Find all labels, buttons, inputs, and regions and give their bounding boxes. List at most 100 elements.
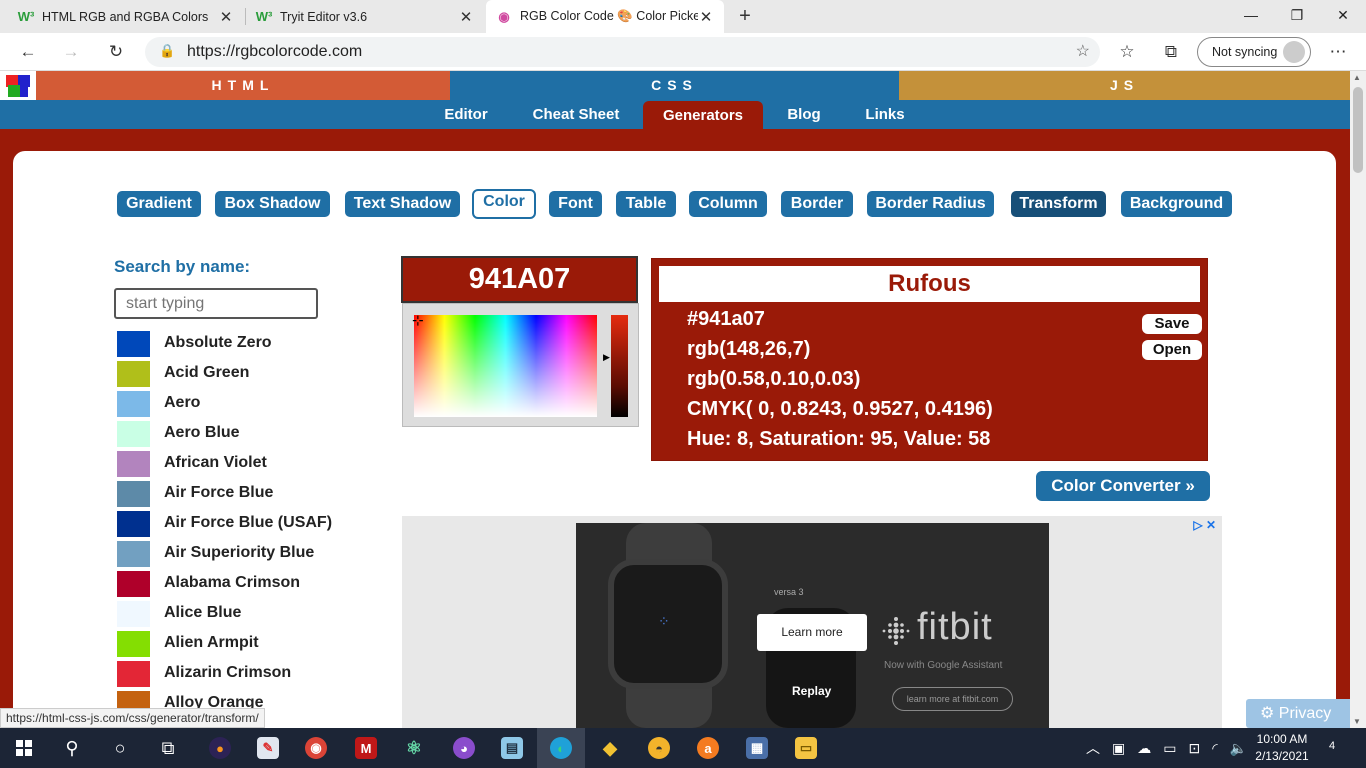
color-swatch[interactable]	[117, 571, 150, 597]
tab-tryit-editor[interactable]: W³ Tryit Editor v3.6 ✕	[246, 0, 484, 33]
close-icon[interactable]: ✕	[458, 8, 474, 26]
back-icon[interactable]: ←	[14, 38, 42, 66]
forward-icon[interactable]: →	[57, 38, 85, 66]
saturation-value-field[interactable]	[414, 315, 597, 417]
onedrive-icon[interactable]: ☁	[1137, 740, 1151, 757]
nav-html[interactable]: HTML	[36, 71, 450, 100]
color-swatch[interactable]	[117, 331, 150, 357]
color-list-name[interactable]: Air Force Blue (USAF)	[164, 514, 332, 532]
calculator-icon[interactable]: ▦	[733, 728, 781, 768]
wifi-icon[interactable]: ◜	[1212, 740, 1217, 757]
gen-text-shadow[interactable]: Text Shadow	[345, 191, 460, 217]
address-url[interactable]: https://rgbcolorcode.com	[187, 43, 362, 61]
atom-icon[interactable]: ⚛	[390, 728, 438, 768]
chrome-icon[interactable]: ◉	[292, 728, 340, 768]
scroll-up-icon[interactable]: ▲	[1353, 73, 1361, 82]
task-view-icon[interactable]: ⧉	[144, 728, 192, 768]
paint-icon[interactable]: ✎	[244, 728, 292, 768]
color-swatch[interactable]	[117, 661, 150, 687]
more-menu-icon[interactable]: ⋯	[1324, 38, 1352, 66]
close-icon[interactable]: ✕	[218, 8, 234, 26]
vpn-icon[interactable]: ◓	[635, 728, 683, 768]
eclipse-icon[interactable]: ●	[196, 728, 244, 768]
start-button[interactable]	[0, 728, 48, 768]
hex-input[interactable]: 941A07	[401, 256, 638, 303]
scroll-down-icon[interactable]: ▼	[1353, 717, 1361, 726]
nav-css[interactable]: CSS	[450, 71, 899, 100]
address-bar[interactable]: 🔒 https://rgbcolorcode.com ☆	[145, 37, 1100, 67]
cortana-icon[interactable]: ○	[96, 728, 144, 768]
subnav-editor[interactable]: Editor	[436, 100, 496, 129]
color-list-name[interactable]: Acid Green	[164, 364, 249, 382]
volume-icon[interactable]: 🔈	[1230, 740, 1247, 757]
color-list-name[interactable]: Alizarin Crimson	[164, 664, 291, 682]
close-icon[interactable]: ✕	[698, 8, 714, 26]
hue-pointer-icon[interactable]: ▶	[603, 352, 610, 363]
picker-crosshair-icon[interactable]: ⊹	[412, 313, 424, 327]
advertisement[interactable]: ⁘ versa 3 Learn more Replay fitbit Now w…	[402, 516, 1222, 728]
file-explorer-icon[interactable]: ▭	[782, 728, 830, 768]
color-list-name[interactable]: African Violet	[164, 454, 267, 472]
color-swatch[interactable]	[117, 421, 150, 447]
scrollbar-thumb[interactable]	[1353, 87, 1363, 173]
color-list-name[interactable]: Absolute Zero	[164, 334, 272, 352]
color-swatch[interactable]	[117, 391, 150, 417]
gen-font[interactable]: Font	[549, 191, 602, 217]
battery-icon[interactable]: ▭	[1163, 740, 1176, 757]
color-swatch[interactable]	[117, 631, 150, 657]
close-window-button[interactable]: ✕	[1320, 0, 1366, 33]
page-scrollbar[interactable]: ▲ ▼	[1350, 71, 1366, 728]
privacy-button[interactable]: ⚙ Privacy	[1246, 699, 1350, 728]
minimize-button[interactable]: —	[1228, 0, 1274, 33]
gen-column[interactable]: Column	[689, 191, 767, 217]
gen-box-shadow[interactable]: Box Shadow	[215, 191, 330, 217]
color-list-name[interactable]: Aero	[164, 394, 200, 412]
gen-border[interactable]: Border	[781, 191, 853, 217]
color-swatch[interactable]	[117, 601, 150, 627]
gen-transform[interactable]: Transform	[1011, 191, 1106, 217]
ad-creative[interactable]: ⁘ versa 3 Learn more Replay fitbit Now w…	[576, 523, 1049, 728]
color-list-name[interactable]: Air Superiority Blue	[164, 544, 314, 562]
add-favorite-icon[interactable]: ☆	[1076, 41, 1090, 61]
github-desktop-icon[interactable]: ◕	[440, 728, 488, 768]
subnav-generators[interactable]: Generators	[643, 101, 763, 129]
profile-sync-button[interactable]: Not syncing	[1197, 37, 1311, 67]
replay-button[interactable]: Replay	[792, 684, 831, 698]
gen-gradient[interactable]: Gradient	[117, 191, 201, 217]
search-icon[interactable]: ⚲	[48, 728, 96, 768]
color-list-name[interactable]: Air Force Blue	[164, 484, 273, 502]
color-list-name[interactable]: Alice Blue	[164, 604, 241, 622]
gen-table[interactable]: Table	[616, 191, 676, 217]
color-swatch[interactable]	[117, 451, 150, 477]
adchoices-icon[interactable]: ▷ ✕	[1193, 518, 1216, 532]
favorites-icon[interactable]: ☆	[1113, 38, 1141, 66]
avast-icon[interactable]: a	[684, 728, 732, 768]
collections-icon[interactable]: ⧉	[1157, 38, 1185, 66]
hue-slider[interactable]	[611, 315, 628, 417]
search-input[interactable]	[114, 288, 318, 319]
nav-js[interactable]: JS	[899, 71, 1350, 100]
subnav-links[interactable]: Links	[858, 100, 912, 129]
gen-background[interactable]: Background	[1121, 191, 1232, 217]
notepad-icon[interactable]: ▤	[488, 728, 536, 768]
ad-link-button[interactable]: learn more at fitbit.com	[892, 687, 1013, 711]
git-icon[interactable]: ◆	[586, 728, 634, 768]
learn-more-button[interactable]: Learn more	[757, 614, 867, 651]
mcafee-icon[interactable]: M	[342, 728, 390, 768]
color-swatch[interactable]	[117, 511, 150, 537]
tab-html-rgb[interactable]: W³ HTML RGB and RGBA Colors ✕	[8, 0, 244, 33]
meet-now-icon[interactable]: ▣	[1112, 740, 1125, 757]
save-button[interactable]: Save	[1142, 314, 1202, 334]
color-list-name[interactable]: Alien Armpit	[164, 634, 259, 652]
maximize-button[interactable]: ❐	[1274, 0, 1320, 33]
color-converter-button[interactable]: Color Converter »	[1036, 471, 1210, 501]
color-swatch[interactable]	[117, 481, 150, 507]
color-list-name[interactable]: Aero Blue	[164, 424, 240, 442]
gen-border-radius[interactable]: Border Radius	[867, 191, 994, 217]
device-icon[interactable]: ⊡	[1188, 740, 1200, 757]
color-list-name[interactable]: Alabama Crimson	[164, 574, 300, 592]
subnav-cheat-sheet[interactable]: Cheat Sheet	[521, 100, 631, 129]
edge-icon[interactable]: ◐	[537, 728, 585, 768]
refresh-icon[interactable]: ↻	[102, 38, 130, 66]
chevron-up-icon[interactable]: ︿	[1086, 738, 1100, 758]
